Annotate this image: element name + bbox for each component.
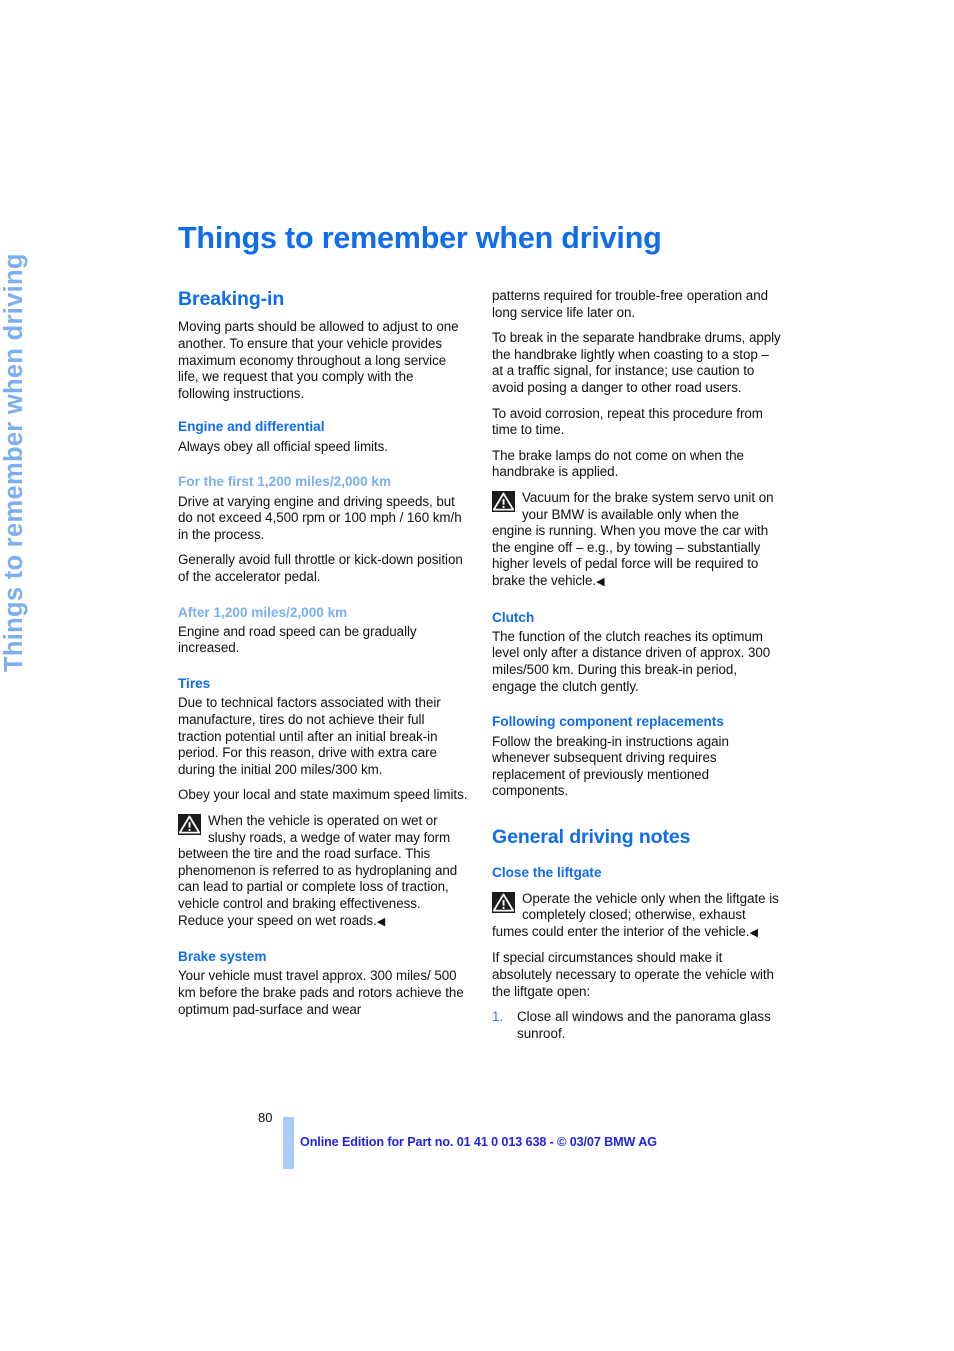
- warning-block-liftgate: Operate the vehicle only when the liftga…: [492, 891, 782, 942]
- subheading-engine-and-differential: Engine and differential: [178, 419, 325, 435]
- warning-triangle-icon: [492, 490, 515, 512]
- section-heading-breaking-in: Breaking-in: [178, 288, 285, 310]
- warning-block-brake-servo: Vacuum for the brake system servo unit o…: [492, 490, 782, 591]
- list-item-number: 1.: [492, 1009, 504, 1025]
- warning-end-mark: ◀: [376, 915, 386, 928]
- vertical-running-head: Things to remember when driving: [0, 253, 28, 672]
- warning-triangle-icon: [492, 891, 515, 913]
- tires-paragraph-2: Obey your local and state maximum speed …: [178, 787, 468, 803]
- subheading-for-the-first-1200-miles: For the first 1,200 miles/2,000 km: [178, 474, 392, 490]
- list-item-text: Close all windows and the panorama glass…: [517, 1009, 771, 1041]
- warning-triangle-icon: [178, 813, 201, 835]
- warning-end-mark: ◀: [749, 926, 758, 939]
- left-column: Breaking-in Moving parts should be allow…: [178, 288, 468, 1018]
- page-title: Things to remember when driving: [178, 221, 662, 255]
- footer-edition-notice: Online Edition for Part no. 01 41 0 013 …: [300, 1135, 657, 1149]
- page-number: 80: [258, 1110, 273, 1125]
- brake-continued-paragraph-4: The brake lamps do not come on when the …: [492, 447, 744, 480]
- warning-text-liftgate: Operate the vehicle only when the liftga…: [492, 890, 779, 939]
- subheading-clutch: Clutch: [492, 609, 535, 625]
- subheading-after-1200-miles: After 1,200 miles/2,000 km: [178, 604, 348, 620]
- clutch-body: The function of the clutch reaches its o…: [492, 628, 771, 694]
- engine-and-differential-body: Always obey all official speed limits.: [178, 438, 388, 454]
- liftgate-steps-list: 1. Close all windows and the panorama gla…: [492, 1009, 782, 1042]
- warning-text-hydroplaning: When the vehicle is operated on wet or s…: [178, 812, 458, 928]
- right-column: patterns required for trouble-free opera…: [492, 288, 782, 1048]
- warning-end-mark: ◀: [596, 575, 605, 588]
- list-item: 1. Close all windows and the panorama gla…: [492, 1009, 782, 1042]
- after-miles-body: Engine and road speed can be gradually i…: [178, 623, 417, 656]
- liftgate-body: If special circumstances should make it …: [492, 950, 774, 999]
- subheading-brake-system: Brake system: [178, 949, 267, 965]
- section-heading-general-driving-notes: General driving notes: [492, 825, 691, 848]
- brake-continued-paragraph-3: To avoid corrosion, repeat this procedur…: [492, 405, 763, 438]
- subheading-tires: Tires: [178, 676, 211, 692]
- subheading-close-the-liftgate: Close the liftgate: [492, 865, 602, 881]
- first-miles-paragraph-1: Drive at varying engine and driving spee…: [178, 493, 462, 542]
- brake-continued-paragraph-2: To break in the separate handbrake drums…: [492, 330, 781, 395]
- following-component-replacements-body: Follow the breaking-in instructions agai…: [492, 733, 729, 799]
- brake-system-body: Your vehicle must travel approx. 300 mil…: [178, 968, 464, 1017]
- tires-paragraph-1: Due to technical factors associated with…: [178, 695, 441, 777]
- breaking-in-intro: Moving parts should be allowed to adjust…: [178, 319, 459, 401]
- footer-accent-bar: [283, 1117, 294, 1169]
- manual-page: Things to remember when driving Things t…: [0, 0, 954, 1351]
- brake-continued-paragraph-1: patterns required for trouble-free opera…: [492, 288, 768, 320]
- warning-block-hydroplaning: When the vehicle is operated on wet or s…: [178, 813, 468, 930]
- subheading-following-component-replacements: Following component replacements: [492, 714, 724, 730]
- first-miles-paragraph-2: Generally avoid full throttle or kick-do…: [178, 552, 463, 584]
- warning-text-brake-servo: Vacuum for the brake system servo unit o…: [492, 489, 774, 588]
